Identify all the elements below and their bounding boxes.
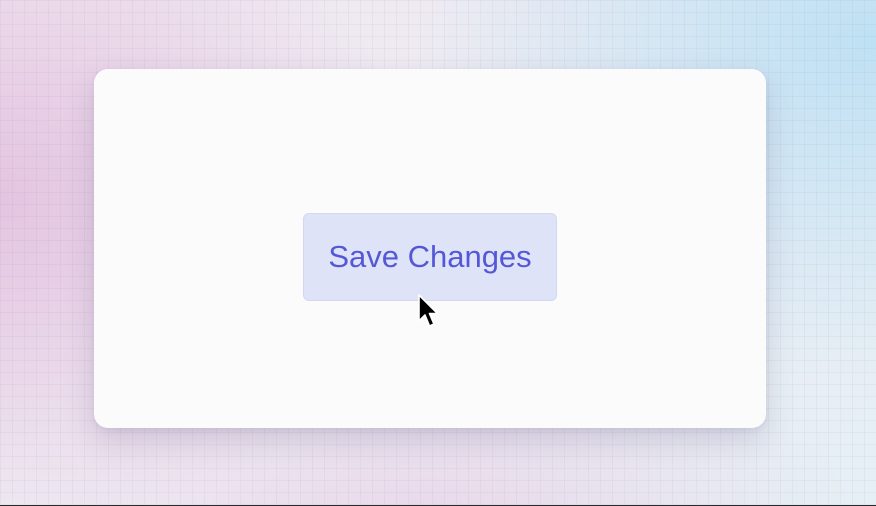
save-changes-button[interactable]: Save Changes [303,213,557,301]
save-changes-button-label: Save Changes [328,239,532,274]
